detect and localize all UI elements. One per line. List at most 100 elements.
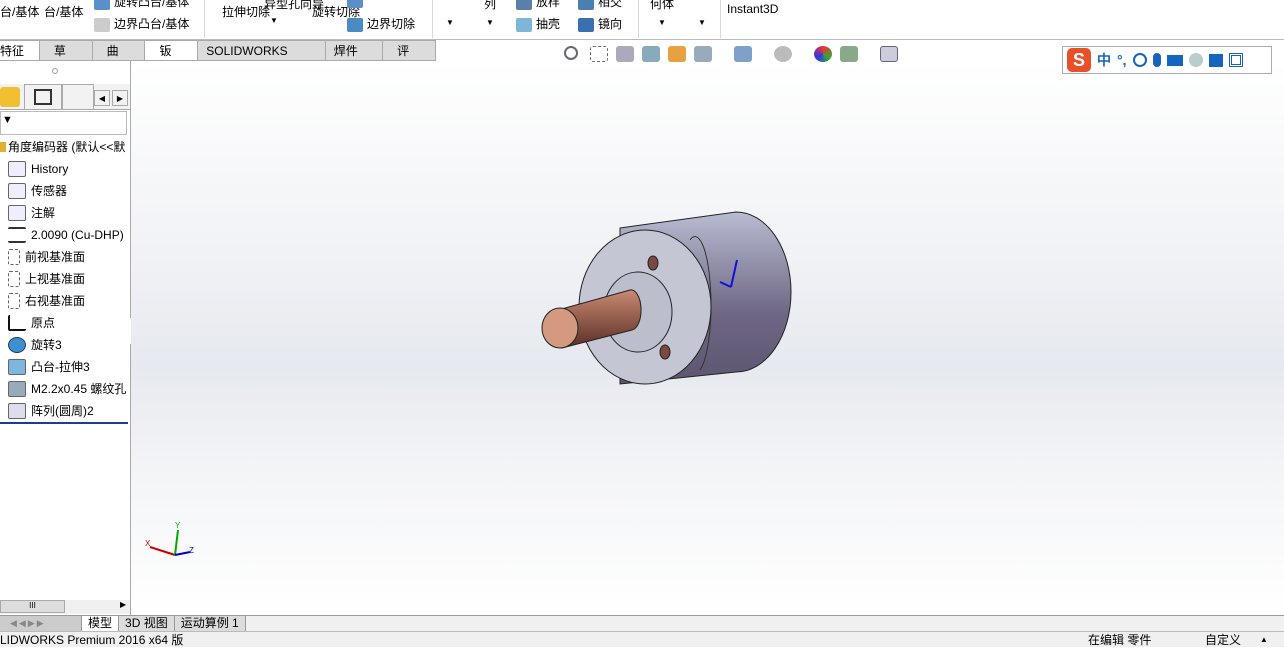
extrude-boss-button[interactable]: 台/基体 xyxy=(0,3,39,20)
filter-field[interactable]: ▼ xyxy=(0,111,127,135)
dynamic-annotation-icon[interactable] xyxy=(668,46,686,62)
panel-grip[interactable] xyxy=(52,68,58,74)
tab-3d-views[interactable]: 3D 视图 xyxy=(119,616,175,631)
ime-toolbar[interactable]: S 中 °, xyxy=(1062,46,1272,74)
previous-view-icon[interactable] xyxy=(616,46,634,62)
ime-chinese-mode[interactable]: 中 xyxy=(1097,50,1111,70)
list-icon xyxy=(34,89,52,105)
revolve-icon xyxy=(8,337,26,353)
tree-item-history[interactable]: History xyxy=(8,159,68,179)
mirror-button[interactable]: 镜向 xyxy=(578,15,622,32)
tab-motion-study[interactable]: 运动算例 1 xyxy=(174,616,246,631)
graphics-viewport[interactable]: X Y Z xyxy=(131,61,1284,615)
sogou-logo: S xyxy=(1067,48,1091,72)
loft-button[interactable]: 放样 xyxy=(516,0,560,10)
tree-item-thread-hole[interactable]: M2.2x0.45 螺纹孔 xyxy=(8,379,126,399)
tree-item-extrude3[interactable]: 凸台-拉伸3 xyxy=(8,357,90,377)
view-settings-icon[interactable] xyxy=(880,46,898,62)
dropdown-arrow-icon[interactable]: ▼ xyxy=(658,18,666,27)
configuration-manager-tab[interactable] xyxy=(62,84,94,110)
user-icon[interactable] xyxy=(1188,53,1203,67)
tab-features[interactable]: 特征 xyxy=(0,40,40,61)
microphone-icon[interactable] xyxy=(1152,53,1161,67)
boundary-boss-button[interactable]: 边界凸台/基体 xyxy=(94,15,189,32)
rollback-bar[interactable] xyxy=(0,422,128,424)
tree-item-revolve3[interactable]: 旋转3 xyxy=(8,335,62,355)
tab-nav-arrows[interactable]: ◀◀▶▶ xyxy=(0,616,82,631)
plane-icon xyxy=(8,271,20,287)
tree-item-circular-pattern[interactable]: 阵列(圆周)2 xyxy=(8,401,94,421)
panel-tabs: ◀ ▶ xyxy=(0,84,130,110)
plane-icon xyxy=(8,249,20,265)
keyboard-icon[interactable] xyxy=(1166,54,1183,66)
property-manager-tab[interactable] xyxy=(24,84,62,110)
filter-icon: ▼ xyxy=(2,114,13,126)
scrollbar-thumb[interactable]: III xyxy=(0,600,65,613)
skin-icon[interactable] xyxy=(1208,53,1223,67)
status-bar: LIDWORKS Premium 2016 x64 版 在编辑 零件 自定义 ▲ xyxy=(0,631,1284,647)
sweep-cut-button[interactable] xyxy=(347,0,367,8)
reference-geometry-button[interactable]: 何体 xyxy=(650,0,674,12)
section-view-icon[interactable] xyxy=(642,46,660,62)
ime-punctuation[interactable]: °, xyxy=(1117,52,1127,68)
extrude-cut-button[interactable]: 拉伸切除 xyxy=(222,3,270,20)
revolve-boss-button[interactable]: 台/基体 xyxy=(44,3,83,20)
tree-item-right-plane[interactable]: 右视基准面 xyxy=(8,291,85,311)
view-orientation-icon[interactable] xyxy=(694,46,712,62)
tab-sheet-metal[interactable]: 钣金 xyxy=(145,40,199,78)
dropdown-arrow-icon[interactable]: ▼ xyxy=(446,18,454,27)
encoder-part[interactable] xyxy=(541,211,792,385)
part-icon xyxy=(0,142,6,152)
tab-weldments[interactable]: 焊件(D) xyxy=(325,40,384,78)
tree-root[interactable]: 角度编码器 (默认<<默 xyxy=(0,137,125,157)
horizontal-scrollbar[interactable]: III ▶ xyxy=(0,600,130,614)
command-tabs: 特征 草图 曲面 钣金 SOLIDWORKS MBD 焊件(D) 评估 xyxy=(0,40,436,78)
mounting-hole xyxy=(659,344,671,360)
scroll-right-button[interactable]: ▶ xyxy=(112,90,128,106)
intersect-button[interactable]: 相交 xyxy=(578,0,622,10)
shell-button[interactable]: 抽壳 xyxy=(516,15,560,32)
divider xyxy=(204,0,205,38)
tree-item-front-plane[interactable]: 前视基准面 xyxy=(8,247,85,267)
units-selector[interactable]: 自定义 xyxy=(1205,632,1241,648)
sweep-boss-button[interactable]: 旋转凸台/基体 xyxy=(94,0,189,10)
pattern-button[interactable]: 列 xyxy=(484,0,496,12)
tree-item-origin[interactable]: 原点 xyxy=(8,313,55,333)
annotation-icon xyxy=(8,205,26,221)
triad-z-label: Z xyxy=(189,546,194,555)
scene-icon[interactable] xyxy=(840,46,858,62)
zoom-to-area-icon[interactable] xyxy=(590,46,608,62)
shell-icon xyxy=(516,17,532,32)
tree-item-top-plane[interactable]: 上视基准面 xyxy=(8,269,85,289)
toolbox-icon[interactable] xyxy=(1228,53,1243,67)
dropdown-arrow-icon[interactable]: ▼ xyxy=(270,16,278,25)
dropdown-arrow-icon[interactable]: ▼ xyxy=(698,18,706,27)
zoom-to-fit-icon[interactable] xyxy=(564,46,578,60)
scroll-right-arrow-icon[interactable]: ▶ xyxy=(120,600,126,609)
tree-item-sensors[interactable]: 传感器 xyxy=(8,181,67,201)
boundary-cut-button[interactable]: 边界切除 xyxy=(347,15,415,32)
tab-sketch[interactable]: 草图 xyxy=(39,40,93,78)
hide-show-icon[interactable] xyxy=(774,46,792,62)
triad-x-axis xyxy=(149,546,176,556)
tab-evaluate[interactable]: 评估 xyxy=(383,40,436,78)
shaft-end xyxy=(541,307,579,349)
dropdown-arrow-icon[interactable]: ▼ xyxy=(486,18,494,27)
feature-tree-tab-icon[interactable] xyxy=(0,87,20,107)
expand-up-icon[interactable]: ▲ xyxy=(1260,632,1268,648)
instant3d-button[interactable]: Instant3D xyxy=(727,2,778,16)
emoji-icon[interactable] xyxy=(1132,53,1147,67)
tree-item-material[interactable]: 2.0090 (Cu-DHP) xyxy=(8,225,124,245)
triad-y-label: Y xyxy=(175,521,181,530)
tree-item-annotations[interactable]: 注解 xyxy=(8,203,55,223)
appearance-icon[interactable] xyxy=(814,46,832,62)
tab-surfaces[interactable]: 曲面 xyxy=(92,40,146,78)
model-view xyxy=(149,211,792,556)
display-style-icon[interactable] xyxy=(734,46,752,62)
view-triad xyxy=(149,529,191,556)
scroll-left-button[interactable]: ◀ xyxy=(94,90,110,106)
tab-model[interactable]: 模型 xyxy=(82,616,120,631)
divider xyxy=(638,0,639,38)
tab-mbd[interactable]: SOLIDWORKS MBD xyxy=(198,40,326,78)
plane-icon xyxy=(8,293,20,309)
